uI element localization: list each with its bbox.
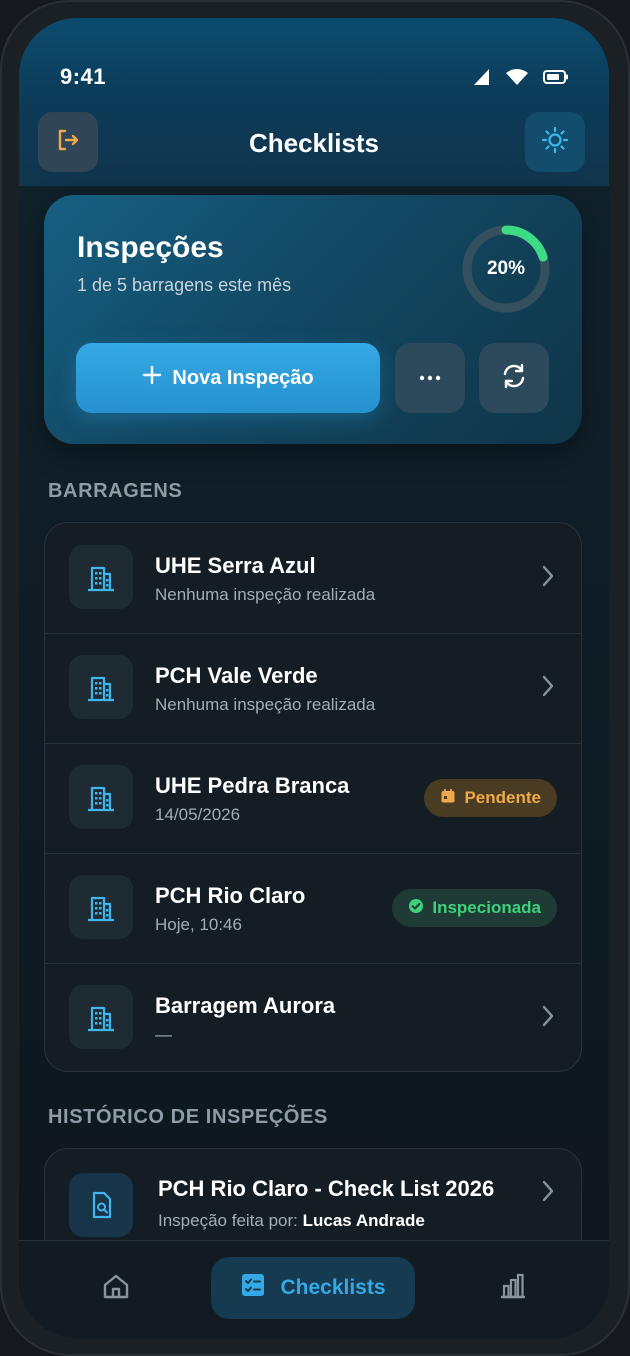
document-search-icon — [69, 1173, 133, 1237]
status-label: Inspecionada — [432, 898, 541, 917]
bar-chart-icon — [498, 1271, 528, 1306]
more-options-button[interactable] — [395, 343, 465, 413]
status-time: 9:41 — [60, 64, 107, 89]
nav-checklists-label: Checklists — [280, 1276, 386, 1299]
refresh-button[interactable] — [479, 343, 549, 413]
battery-icon — [543, 70, 569, 89]
new-inspection-button[interactable]: Nova Inspeção — [76, 343, 380, 413]
dam-detail: — — [155, 1025, 172, 1044]
chevron-right-icon — [541, 1179, 555, 1208]
progress-label: 20% — [486, 258, 526, 279]
chevron-right-icon — [541, 1004, 555, 1033]
cellular-signal-icon — [473, 68, 491, 91]
inspections-summary-card: Inspeções 1 de 5 barragens este mês 20% … — [44, 195, 582, 444]
dam-name: UHE Pedra Branca — [155, 773, 350, 798]
status-badge-inspected: Inspecionada — [392, 889, 557, 927]
sun-icon — [540, 125, 570, 160]
building-icon — [69, 655, 133, 719]
dam-detail: 14/05/2026 — [155, 805, 241, 824]
dam-detail: Nenhuma inspeção realizada — [155, 695, 376, 714]
status-icons — [473, 68, 569, 91]
dam-name: PCH Rio Claro — [155, 883, 306, 908]
checklist-icon — [240, 1272, 266, 1304]
theme-toggle-button[interactable] — [525, 112, 585, 172]
wifi-icon — [505, 68, 529, 91]
dam-name: PCH Vale Verde — [155, 663, 318, 688]
building-icon — [69, 985, 133, 1049]
building-icon — [69, 545, 133, 609]
home-icon — [101, 1271, 131, 1306]
history-author-line: Inspeção feita por: Lucas Andrade — [158, 1211, 425, 1231]
plus-icon — [142, 365, 162, 391]
chevron-right-icon — [541, 674, 555, 703]
history-title: PCH Rio Claro - Check List 2026 — [158, 1176, 495, 1201]
page-title: Checklists — [248, 128, 380, 158]
dam-name: UHE Serra Azul — [155, 553, 316, 578]
bottom-navigation: Checklists — [19, 1240, 609, 1338]
summary-subtitle: 1 de 5 barragens este mês — [77, 275, 292, 295]
dams-section-label: BARRAGENS — [48, 480, 183, 502]
history-author-label: Inspeção feita por: — [158, 1211, 298, 1230]
dam-row-pch-vale-verde[interactable]: PCH Vale Verde Nenhuma inspeção realizad… — [45, 633, 581, 744]
check-circle-icon — [408, 898, 424, 919]
history-section-label: HISTÓRICO DE INSPEÇÕES — [48, 1106, 328, 1128]
history-author: Lucas Andrade — [302, 1211, 425, 1230]
dam-detail: Nenhuma inspeção realizada — [155, 585, 376, 604]
summary-title: Inspeções — [77, 231, 224, 264]
dam-name: Barragem Aurora — [155, 993, 336, 1018]
dam-row-barragem-aurora[interactable]: Barragem Aurora — — [45, 963, 581, 1073]
phone-frame: 9:41 Checklists Inspeções 1 de 5 barrage… — [0, 0, 630, 1356]
calendar-icon — [440, 788, 456, 809]
status-badge-pending: Pendente — [424, 779, 557, 817]
dam-row-uhe-pedra-branca[interactable]: UHE Pedra Branca 14/05/2026 Pendente — [45, 743, 581, 854]
nav-checklists[interactable]: Checklists — [211, 1257, 415, 1319]
refresh-icon — [500, 362, 528, 395]
status-label: Pendente — [464, 788, 541, 807]
chevron-right-icon — [541, 564, 555, 593]
dam-detail: Hoje, 10:46 — [155, 915, 242, 934]
more-icon — [418, 369, 442, 387]
new-inspection-label: Nova Inspeção — [172, 366, 314, 389]
building-icon — [69, 765, 133, 829]
building-icon — [69, 875, 133, 939]
nav-reports[interactable] — [482, 1257, 544, 1319]
app-screen: 9:41 Checklists Inspeções 1 de 5 barrage… — [19, 18, 609, 1338]
nav-home[interactable] — [85, 1257, 147, 1319]
dam-row-pch-rio-claro[interactable]: PCH Rio Claro Hoje, 10:46 Inspecionada — [45, 853, 581, 964]
dam-row-uhe-serra-azul[interactable]: UHE Serra Azul Nenhuma inspeção realizad… — [45, 523, 581, 634]
top-bar: 9:41 Checklists — [19, 18, 609, 186]
dams-list: UHE Serra Azul Nenhuma inspeção realizad… — [44, 522, 582, 1072]
